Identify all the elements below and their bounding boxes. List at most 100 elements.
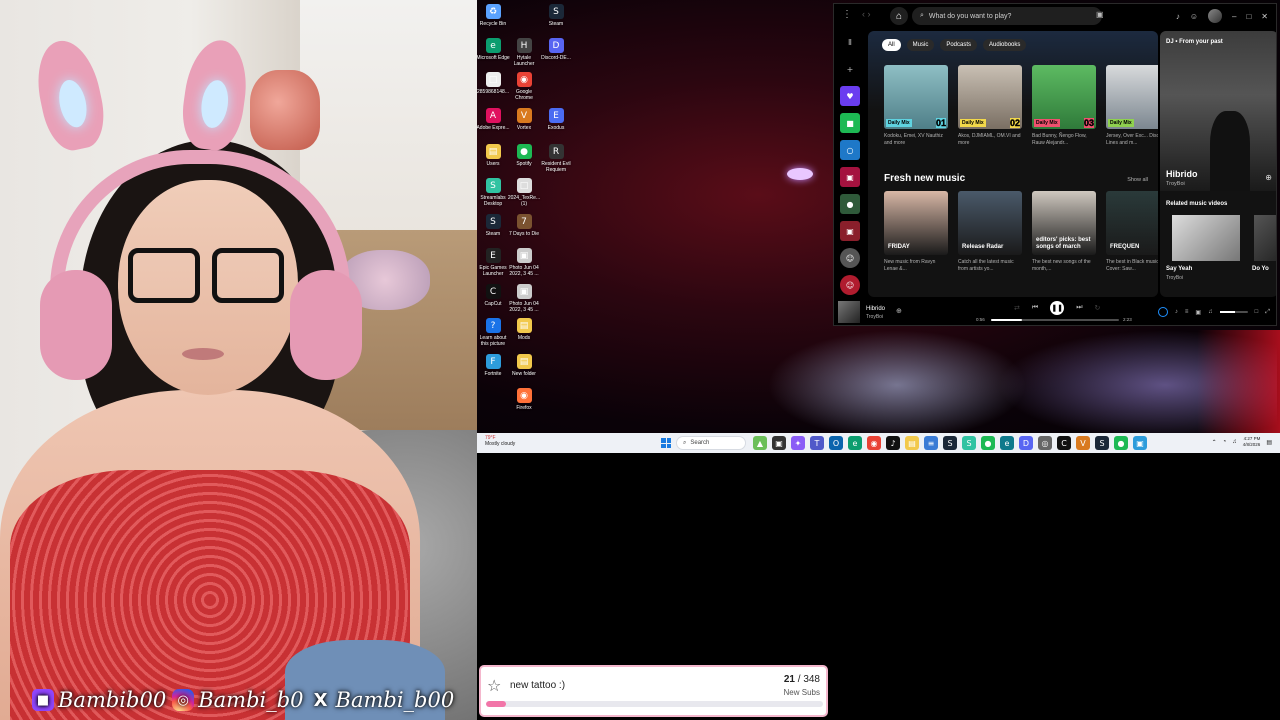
desktop-icon[interactable]: H Hytale Launcher: [508, 38, 540, 67]
folder-icon[interactable]: ▤: [905, 436, 919, 450]
spotify2-icon[interactable]: ●: [1114, 436, 1128, 450]
desktop-icon[interactable]: ▤ New folder: [508, 354, 540, 377]
daily-mix-card[interactable]: Daily Mix 01 Kodoku, Emei, XV Nauthiz and …: [884, 65, 948, 147]
desktop-icon[interactable]: S Streamlabs Desktop: [477, 178, 509, 207]
volume-icon[interactable]: ♫: [1208, 309, 1213, 315]
progress-bar[interactable]: [991, 319, 1119, 321]
desktop-icon[interactable]: ▣ Photo Jun 04 2022, 3 45 ...: [508, 248, 540, 277]
volume-icon[interactable]: ♫: [1232, 439, 1237, 445]
connect-device-icon[interactable]: [1157, 307, 1168, 317]
avatar[interactable]: [1208, 9, 1222, 23]
pause-button[interactable]: ❚❚: [1050, 301, 1065, 315]
weather-widget[interactable]: 79°F Mostly cloudy: [485, 435, 515, 447]
browse-icon[interactable]: ▣: [1096, 10, 1104, 19]
related-video-title[interactable]: Say Yeah: [1166, 266, 1192, 272]
desktop-icon[interactable]: ? Learn about this picture: [477, 318, 509, 347]
library-icon[interactable]: Ⅱ: [840, 32, 860, 52]
now-playing-artist[interactable]: TroyBoi: [1166, 181, 1185, 187]
desktop-icon[interactable]: □ 2859868148...: [477, 72, 509, 95]
saved-episodes-icon[interactable]: ■: [840, 113, 860, 133]
filter-pill[interactable]: Podcasts: [940, 39, 978, 51]
network-icon[interactable]: ◔: [1223, 439, 1227, 445]
repeat-icon[interactable]: ↻: [1095, 304, 1101, 312]
next-icon[interactable]: ⏭: [1076, 304, 1082, 312]
related-video-title[interactable]: Do Yo: [1252, 266, 1269, 272]
minimize-icon[interactable]: –: [1232, 12, 1236, 21]
devices-icon[interactable]: ▣: [1195, 309, 1201, 316]
outlook-icon[interactable]: O: [829, 436, 843, 450]
home-icon[interactable]: ⌂: [890, 7, 908, 25]
related-video-thumbnail[interactable]: [1254, 215, 1276, 261]
playlist-icon[interactable]: ▣: [840, 167, 860, 187]
notepad-icon[interactable]: ≡: [924, 436, 938, 450]
fullscreen-icon[interactable]: ⤢: [1265, 309, 1270, 316]
liked-songs-icon[interactable]: ♥: [840, 86, 860, 106]
desktop-icon[interactable]: ▤ Users: [477, 144, 509, 167]
related-video-thumbnail[interactable]: [1172, 215, 1240, 261]
player-artist[interactable]: TroyBoi: [866, 314, 883, 320]
desktop-icon[interactable]: 7 7 Days to Die: [508, 214, 540, 237]
player-title[interactable]: Hibrido: [866, 306, 885, 312]
tiktok-icon[interactable]: ♪: [886, 436, 900, 450]
filter-pill[interactable]: Music: [906, 39, 935, 51]
filter-pill[interactable]: Audiobooks: [983, 39, 1027, 51]
player-album-art[interactable]: [838, 301, 860, 323]
maximize-icon[interactable]: □: [1246, 12, 1251, 21]
add-icon[interactable]: ⊕: [1265, 173, 1272, 182]
desktop-icon[interactable]: E Exodus: [540, 108, 572, 131]
close-icon[interactable]: ✕: [1261, 12, 1268, 21]
shuffle-icon[interactable]: ⇄: [1014, 304, 1020, 312]
nav-arrows[interactable]: ‹ ›: [862, 9, 871, 19]
artist-icon[interactable]: ☺: [840, 248, 860, 268]
playlist-icon[interactable]: ●: [840, 194, 860, 214]
edge-dev-icon[interactable]: e: [1000, 436, 1014, 450]
edge-icon[interactable]: e: [848, 436, 862, 450]
previous-icon[interactable]: ⏮: [1032, 304, 1038, 312]
filter-pill[interactable]: All: [882, 39, 901, 51]
desktop-icon[interactable]: ● Spotify: [508, 144, 540, 167]
desktop-icon[interactable]: S Steam: [477, 214, 509, 237]
desktop-icon[interactable]: ▣ Photo Jun 04 2022, 3 45 ...: [508, 284, 540, 313]
teams-icon[interactable]: T: [810, 436, 824, 450]
playlist-card[interactable]: FRIDAY New music from Ravyn Lenae &...: [884, 191, 948, 273]
lyrics-icon[interactable]: ♪: [1175, 309, 1178, 315]
plus-icon[interactable]: +: [840, 59, 860, 79]
miniplayer-icon[interactable]: □: [1255, 309, 1259, 315]
clock[interactable]: 4:27 PM 4/8/2026: [1243, 436, 1261, 448]
camera-icon[interactable]: ◎: [1038, 436, 1052, 450]
steam-icon[interactable]: S: [943, 436, 957, 450]
playlist-icon[interactable]: ▣: [840, 221, 860, 241]
app-icon[interactable]: ▣: [1133, 436, 1147, 450]
spotify-search-input[interactable]: ⌕ What do you want to play?: [912, 7, 1102, 25]
discord-icon[interactable]: D: [1019, 436, 1033, 450]
menu-icon[interactable]: ⋮: [842, 9, 852, 20]
playlist-icon[interactable]: ○: [840, 140, 860, 160]
streamlabs-icon[interactable]: S: [962, 436, 976, 450]
playlist-card[interactable]: Release Radar Catch all the latest music …: [958, 191, 1022, 273]
daily-mix-card[interactable]: Daily Mix 03 Bad Bunny, Ñengo Flow, Rauw A…: [1032, 65, 1096, 147]
daily-mix-card[interactable]: Daily Mix 02 Akos, DJMIAML, OM.VI and more: [958, 65, 1022, 147]
daily-mix-card[interactable]: Daily Mix04 Jersey, Over Exc... Disco Lin…: [1106, 65, 1158, 147]
desktop-icon[interactable]: ◉ Firefox: [508, 388, 540, 411]
artist-icon[interactable]: ☺: [840, 275, 860, 295]
start-button[interactable]: [661, 438, 671, 448]
notification-icon[interactable]: ▤: [1266, 439, 1272, 446]
desktop-icon[interactable]: E Epic Games Launcher: [477, 248, 509, 277]
playlist-card[interactable]: FREQUEN The best in Black musica Cover: S…: [1106, 191, 1158, 273]
chevron-up-icon[interactable]: ⌃: [1212, 439, 1217, 446]
chrome-icon[interactable]: ◉: [867, 436, 881, 450]
desktop-icon[interactable]: S Steam: [540, 4, 572, 27]
copilot-icon[interactable]: ✦: [791, 436, 805, 450]
desktop-icon[interactable]: D Discord-DE...: [540, 38, 572, 61]
playlist-card[interactable]: editors' picks: best songs of march The b…: [1032, 191, 1096, 273]
desktop-icon[interactable]: e Microsoft Edge: [477, 38, 510, 61]
spotify-icon[interactable]: ●: [981, 436, 995, 450]
friends-icon[interactable]: ☺: [1190, 12, 1198, 21]
file-explorer-icon[interactable]: ▣: [772, 436, 786, 450]
queue-icon[interactable]: ≡: [1185, 309, 1189, 315]
capcut-icon[interactable]: C: [1057, 436, 1071, 450]
add-to-library-icon[interactable]: ⊕: [896, 307, 902, 315]
desktop-icon[interactable]: ♻ Recycle Bin: [477, 4, 509, 27]
desktop-icon[interactable]: V Vortex: [508, 108, 540, 131]
desktop-icon[interactable]: ◉ Google Chrome: [508, 72, 540, 101]
